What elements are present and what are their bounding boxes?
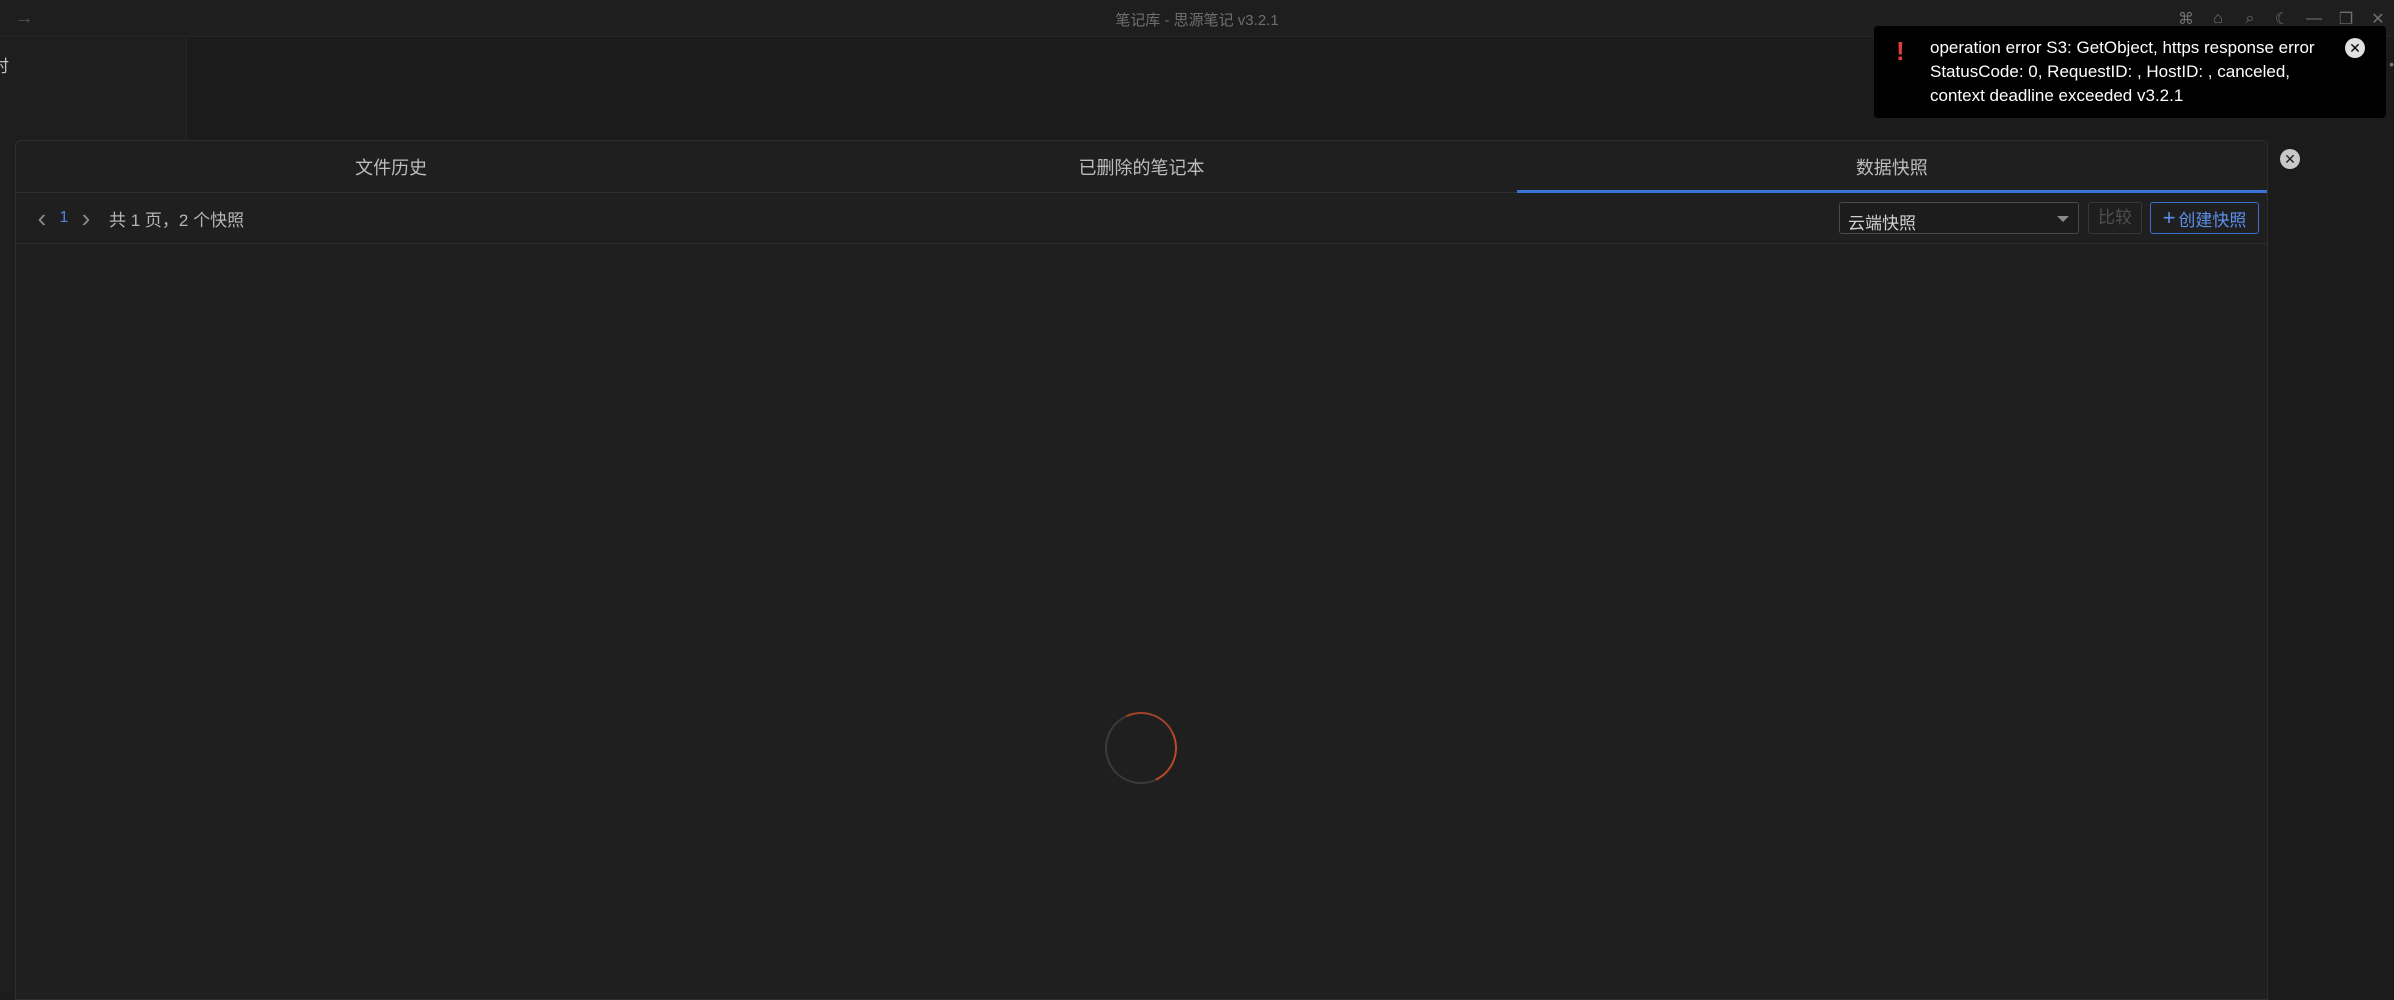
tab-deleted-notebooks[interactable]: 已删除的笔记本 [766, 141, 1516, 192]
create-snapshot-label: 创建快照 [2178, 210, 2247, 230]
chevron-down-icon [2057, 216, 2069, 222]
left-panel-partial-text: 时 [0, 57, 9, 76]
compare-button[interactable]: 比较 [2088, 202, 2142, 234]
error-toast: ! operation error S3: GetObject, https r… [1874, 26, 2386, 118]
prev-page-icon[interactable]: ‹ [31, 203, 53, 233]
snapshot-type-select[interactable]: 云端快照 [1839, 202, 2079, 234]
pagination: ‹ 1 › 共 1 页，2 个快照 [31, 203, 245, 233]
dialog-tabs: 文件历史 已删除的笔记本 数据快照 [16, 141, 2268, 193]
dialog-close-icon[interactable]: ✕ [2280, 149, 2300, 169]
history-dialog: 文件历史 已删除的笔记本 数据快照 ‹ 1 › 共 1 页，2 个快照 云端快照… [15, 140, 2268, 1000]
create-snapshot-button[interactable]: + 创建快照 [2150, 202, 2259, 234]
next-page-icon[interactable]: › [75, 203, 97, 233]
page-summary: 共 1 页，2 个快照 [109, 210, 245, 230]
current-page-number[interactable]: 1 [53, 209, 75, 227]
error-message: operation error S3: GetObject, https res… [1930, 38, 2315, 105]
loading-spinner-icon [1094, 701, 1188, 795]
plus-icon: + [2162, 205, 2176, 230]
tab-file-history[interactable]: 文件历史 [16, 141, 766, 192]
snapshot-type-value: 云端快照 [1848, 214, 1916, 233]
right-edge-dot: • [2389, 56, 2394, 72]
snapshot-toolbar: ‹ 1 › 共 1 页，2 个快照 云端快照 比较 + 创建快照 [16, 193, 2267, 244]
error-exclamation-icon: ! [1896, 36, 1905, 66]
toast-close-icon[interactable]: ✕ [2345, 38, 2365, 58]
tab-data-snapshots[interactable]: 数据快照 [1516, 141, 2268, 193]
